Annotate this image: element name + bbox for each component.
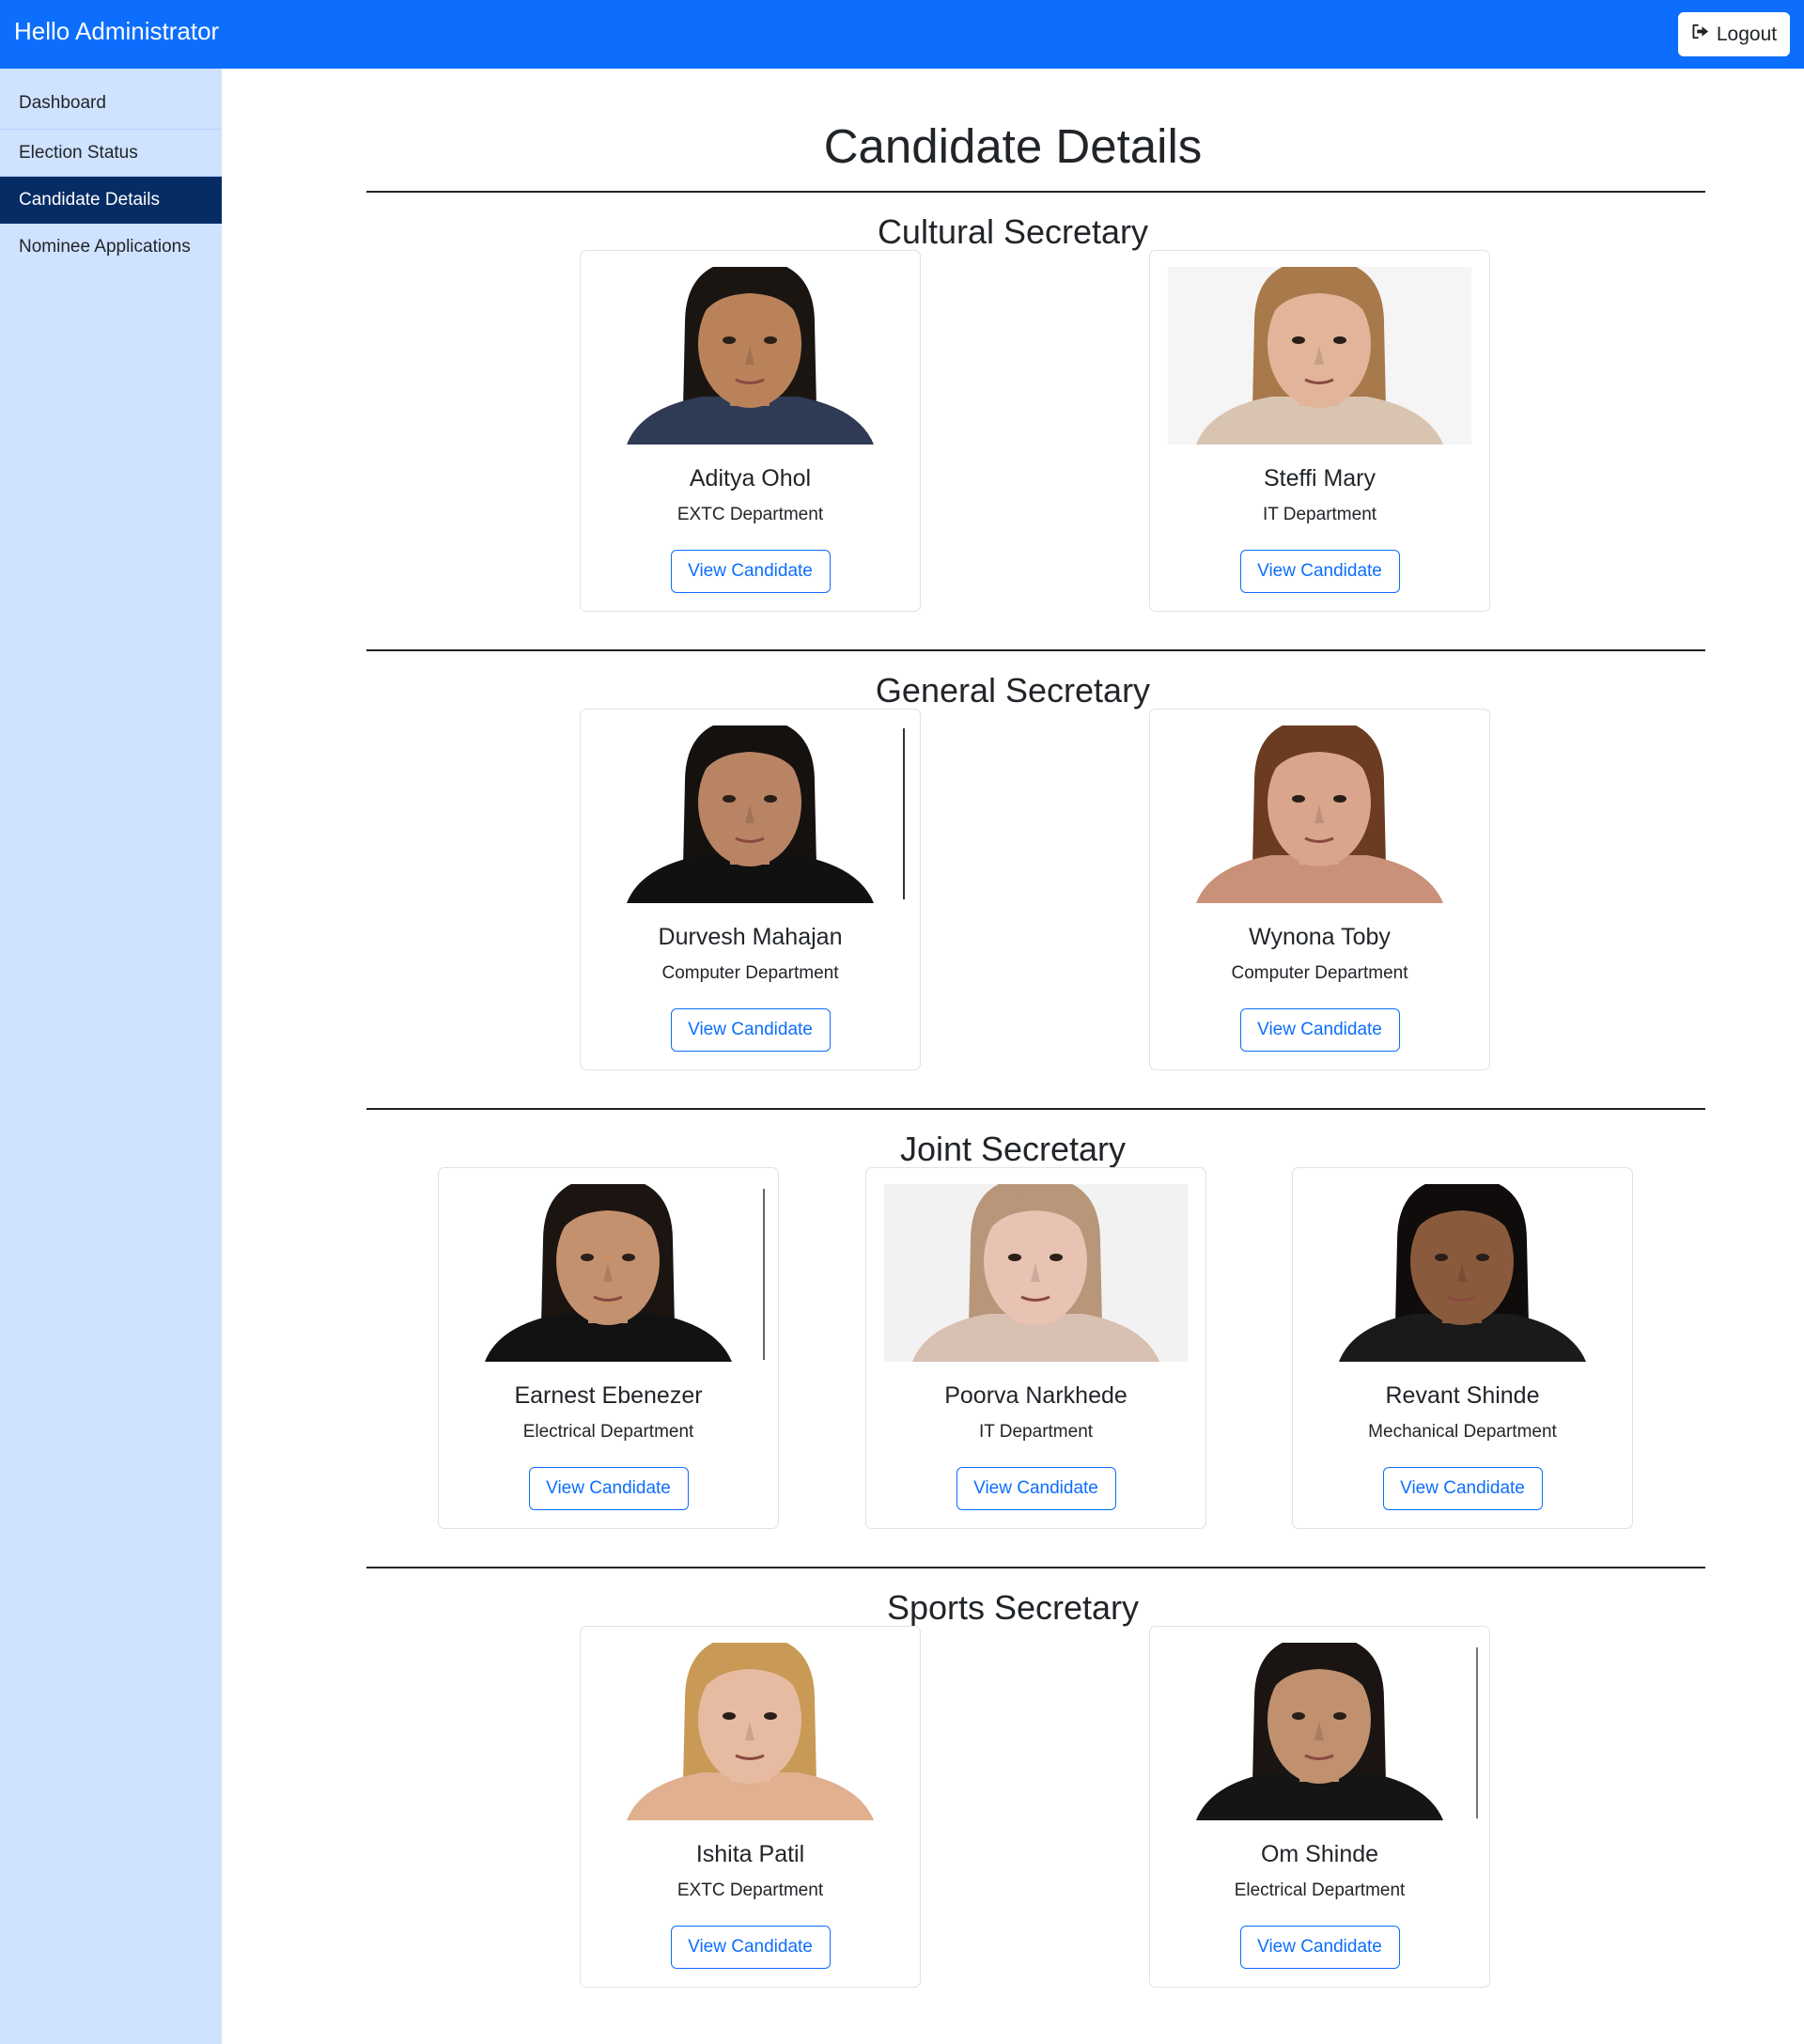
section-title-general-secretary: General Secretary <box>875 671 1151 710</box>
view-candidate-button[interactable]: View Candidate <box>670 550 831 593</box>
sidebar-item-election-status[interactable]: Election Status <box>0 130 222 177</box>
candidate-card: Wynona Toby Computer Department View Can… <box>1149 709 1490 1070</box>
section-title-sports-secretary: Sports Secretary <box>886 1588 1140 1627</box>
portrait-image <box>1168 1643 1471 1820</box>
sidebar-item-dashboard[interactable]: Dashboard <box>0 69 222 130</box>
view-candidate-button[interactable]: View Candidate <box>670 1926 831 1969</box>
portrait-image <box>884 1184 1188 1362</box>
portrait-image <box>599 726 902 903</box>
sidebar-item-candidate-details[interactable]: Candidate Details <box>0 177 222 224</box>
candidate-card: Om Shinde Electrical Department View Can… <box>1149 1626 1490 1988</box>
candidate-card: Steffi Mary IT Department View Candidate <box>1149 250 1490 612</box>
candidate-name: Om Shinde <box>1260 1841 1379 1867</box>
main-content: Candidate Details Cultural Secretary Adi… <box>222 69 1804 2044</box>
candidate-card: Earnest Ebenezer Electrical Department V… <box>438 1167 779 1529</box>
portrait-image <box>1168 726 1471 903</box>
portrait-image <box>457 1184 760 1362</box>
logout-label: Logout <box>1716 23 1778 45</box>
photo-edge-line <box>903 728 905 899</box>
view-candidate-button[interactable]: View Candidate <box>670 1008 831 1052</box>
candidate-name: Earnest Ebenezer <box>514 1382 703 1409</box>
divider <box>366 1108 1705 1110</box>
candidate-name: Durvesh Mahajan <box>658 924 843 950</box>
portrait-image <box>1168 267 1471 445</box>
portrait-image <box>1311 1184 1614 1362</box>
view-candidate-button[interactable]: View Candidate <box>528 1467 689 1510</box>
candidate-department: Mechanical Department <box>1368 1422 1557 1442</box>
section-title-joint-secretary: Joint Secretary <box>899 1130 1127 1168</box>
candidate-department: Electrical Department <box>1234 1880 1406 1900</box>
candidate-card: Poorva Narkhede IT Department View Candi… <box>865 1167 1206 1529</box>
divider <box>366 191 1705 193</box>
candidate-photo <box>457 1184 760 1362</box>
candidate-photo <box>599 726 902 903</box>
candidate-name: Aditya Ohol <box>689 465 812 491</box>
divider <box>366 1567 1705 1568</box>
candidate-department: Electrical Department <box>522 1422 694 1442</box>
page-title: Candidate Details <box>823 119 1203 173</box>
candidate-card: Durvesh Mahajan Computer Department View… <box>580 709 921 1070</box>
logout-icon <box>1691 23 1711 46</box>
view-candidate-button[interactable]: View Candidate <box>1239 1008 1400 1052</box>
candidate-name: Wynona Toby <box>1249 924 1391 950</box>
candidate-card: Aditya Ohol EXTC Department View Candida… <box>580 250 921 612</box>
candidate-photo <box>884 1184 1188 1362</box>
candidate-photo <box>1168 267 1471 445</box>
candidate-department: EXTC Department <box>676 1880 824 1900</box>
divider <box>366 649 1705 651</box>
sidebar-item-nominee-applications[interactable]: Nominee Applications <box>0 224 222 271</box>
view-candidate-button[interactable]: View Candidate <box>1239 1926 1400 1969</box>
candidate-photo <box>1168 726 1471 903</box>
candidate-department: IT Department <box>978 1422 1094 1442</box>
candidate-department: Computer Department <box>1231 963 1408 983</box>
candidate-name: Poorva Narkhede <box>944 1382 1128 1409</box>
view-candidate-button[interactable]: View Candidate <box>1382 1467 1543 1510</box>
candidate-department: IT Department <box>1262 505 1377 524</box>
portrait-image <box>599 1643 902 1820</box>
candidate-department: Computer Department <box>661 963 839 983</box>
top-navbar: Hello Administrator Logout <box>0 0 1804 69</box>
candidate-card: Revant Shinde Mechanical Department View… <box>1292 1167 1633 1529</box>
section-title-cultural-secretary: Cultural Secretary <box>877 212 1149 251</box>
candidate-photo <box>1168 1643 1471 1820</box>
portrait-image <box>599 267 902 445</box>
candidate-name: Steffi Mary <box>1263 465 1376 491</box>
photo-edge-line <box>763 1189 765 1360</box>
sidebar: Dashboard Election Status Candidate Deta… <box>0 69 222 2044</box>
candidate-photo <box>1311 1184 1614 1362</box>
candidate-photo <box>599 1643 902 1820</box>
logout-button[interactable]: Logout <box>1678 12 1790 56</box>
view-candidate-button[interactable]: View Candidate <box>956 1467 1116 1510</box>
candidate-name: Ishita Patil <box>695 1841 805 1867</box>
candidate-name: Revant Shinde <box>1385 1382 1540 1409</box>
navbar-greeting: Hello Administrator <box>14 17 220 45</box>
view-candidate-button[interactable]: View Candidate <box>1239 550 1400 593</box>
candidate-card: Ishita Patil EXTC Department View Candid… <box>580 1626 921 1988</box>
candidate-photo <box>599 267 902 445</box>
photo-edge-line <box>1476 1647 1478 1818</box>
candidate-department: EXTC Department <box>676 505 824 524</box>
